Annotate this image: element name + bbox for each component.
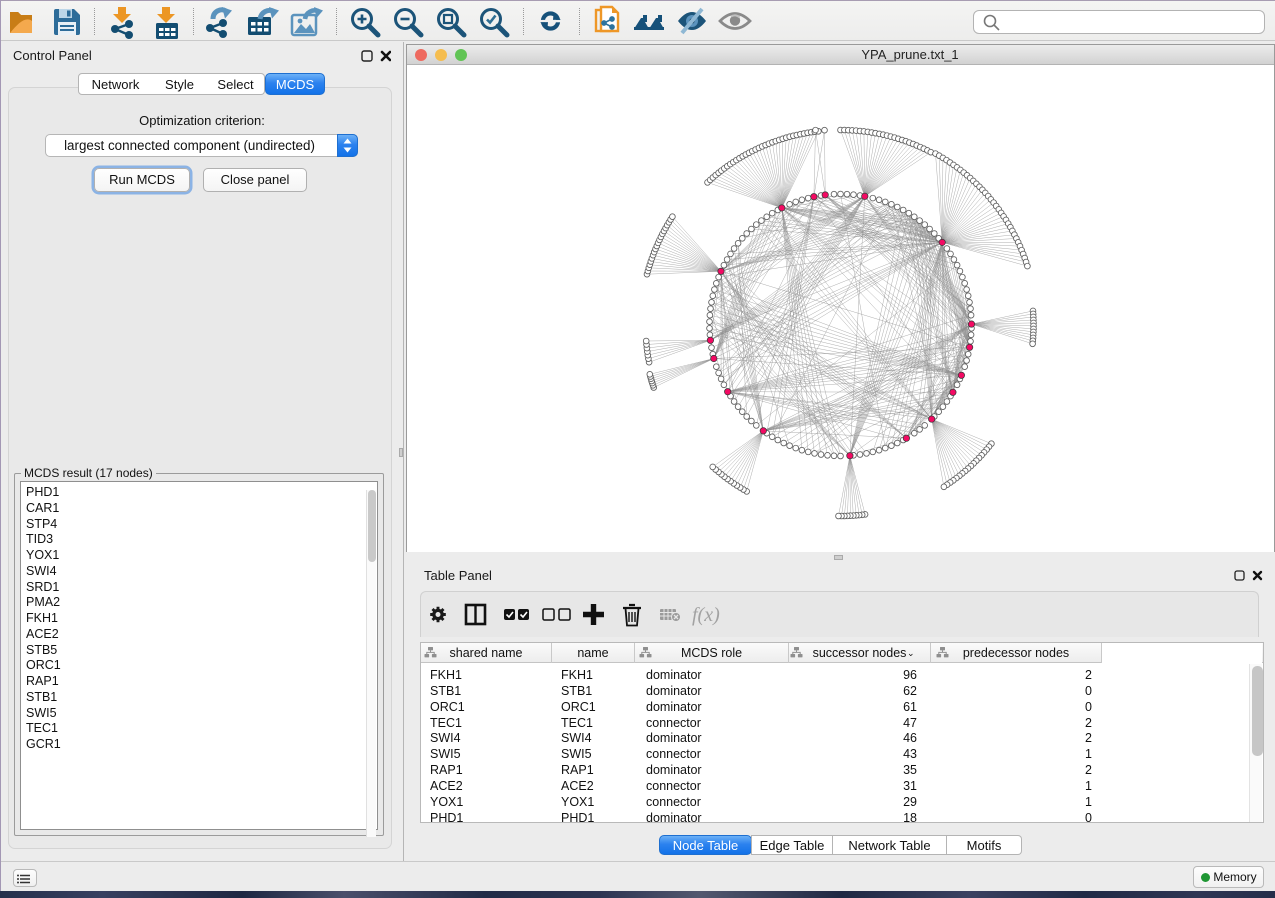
svg-text:f(x): f(x) [692,604,720,626]
